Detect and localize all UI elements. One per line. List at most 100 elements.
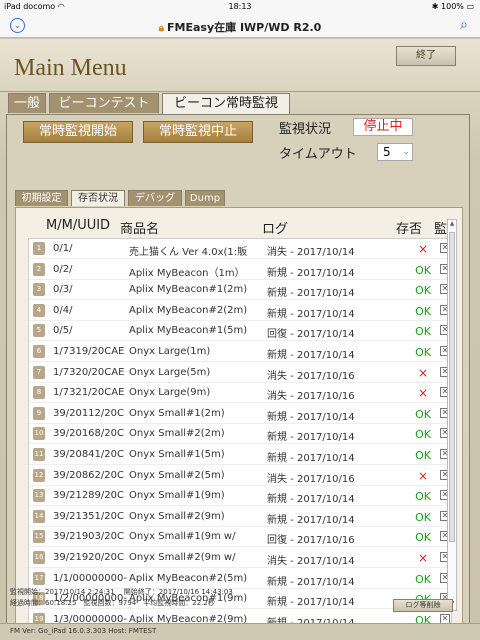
table-row[interactable]: 2 0/2/Aplix MyBeacon（1m） 新規 - 2017/10/14 OK… bbox=[29, 260, 451, 280]
row-log: 消失 - 2017/10/16 bbox=[267, 473, 355, 485]
row-log: 新規 - 2017/10/14 bbox=[267, 432, 355, 444]
quit-button[interactable]: 終了 bbox=[396, 46, 456, 66]
chevron-updown-icon: ⌄ bbox=[402, 147, 410, 157]
beacon-list[interactable]: 1 0/1/売上猫くん Ver 4.0x(1:販 消失 - 2017/10/14 × ✕… bbox=[28, 238, 452, 630]
scroll-thumb[interactable] bbox=[449, 232, 455, 542]
list-scrollbar[interactable]: ▲ ▼ bbox=[447, 219, 457, 611]
table-row[interactable]: 17 1/1/00000000- Aplix MyBeacon#2(5m) 新規 - … bbox=[29, 569, 451, 589]
row-id: 1/1/00000000- bbox=[53, 572, 127, 584]
row-number: 9 bbox=[33, 406, 45, 420]
battery-percent: 100% bbox=[441, 2, 464, 11]
table-row[interactable]: 14 39/21351/20C Onyx Small#2(9m) 新規 - 2017/… bbox=[29, 507, 451, 527]
timeout-value: 5 bbox=[383, 145, 391, 159]
row-id: 39/21289/20C bbox=[53, 490, 124, 502]
tab-beacon-test[interactable]: ビーコンテスト bbox=[49, 93, 159, 113]
timeout-select[interactable]: 5 ⌄ bbox=[377, 143, 413, 161]
row-id: 1/7321/20CAE bbox=[53, 387, 125, 399]
row-presence-status: OK bbox=[415, 263, 431, 277]
row-presence-status: OK bbox=[415, 428, 431, 442]
start-monitor-button[interactable]: 常時監視開始 bbox=[23, 121, 133, 143]
row-number: 5 bbox=[33, 324, 45, 338]
row-number: 13 bbox=[33, 489, 45, 503]
clear-log-button[interactable]: ログ等削除 bbox=[393, 599, 453, 612]
row-product-name: Aplix MyBeacon（1m） bbox=[129, 267, 245, 279]
row-product-name: Onyx Small#2(2m) bbox=[129, 428, 225, 440]
row-id: 39/20841/20C bbox=[53, 449, 124, 460]
row-number: 10 bbox=[33, 427, 45, 441]
row-id: 39/20112/20C bbox=[53, 407, 124, 419]
subtab-initial-settings[interactable]: 初期設定 bbox=[15, 190, 68, 206]
tab-beacon-monitor[interactable]: ビーコン常時監視 bbox=[162, 93, 290, 115]
row-number: 12 bbox=[33, 468, 45, 482]
row-id: 0/1/ bbox=[53, 243, 73, 254]
row-presence-status: OK bbox=[415, 346, 431, 359]
row-number: 2 bbox=[33, 262, 45, 276]
subtab-presence-status[interactable]: 存否状況 bbox=[71, 190, 125, 206]
row-log: 消失 - 2017/10/16 bbox=[267, 370, 355, 382]
table-row[interactable]: 9 39/20112/20C Onyx Small#1(2m) 新規 - 2017/1… bbox=[29, 404, 451, 424]
row-presence-status: OK bbox=[415, 510, 431, 524]
row-log: 新規 - 2017/10/14 bbox=[267, 308, 355, 320]
row-presence-status: × bbox=[417, 468, 429, 483]
row-presence-status: OK bbox=[415, 325, 431, 339]
col-header-monitor: 監 bbox=[434, 222, 448, 237]
row-log: 消失 - 2017/10/14 bbox=[267, 247, 355, 258]
monitor-time-info: 監視開始：2017/10/14 2:24:31 開始終了：2017/10/16 … bbox=[10, 588, 233, 596]
table-row[interactable]: 5 0/5/Aplix MyBeacon#1(5m) 回復 - 2017/10/14… bbox=[29, 321, 451, 342]
subtab-debug[interactable]: デバッグ bbox=[128, 190, 182, 206]
row-log: 消失 - 2017/10/16 bbox=[267, 391, 355, 403]
table-row[interactable]: 6 1/7319/20CAE Onyx Large(1m) 新規 - 2017/10/… bbox=[29, 342, 451, 362]
row-number: 11 bbox=[33, 448, 45, 461]
row-product-name: Onyx Small#1(2m) bbox=[129, 407, 225, 419]
row-log: 回復 - 2017/10/16 bbox=[267, 535, 355, 547]
status-value: 停止中 bbox=[353, 118, 413, 136]
row-product-name: Aplix MyBeacon#2(5m) bbox=[129, 572, 248, 584]
row-product-name: Onyx Small#2(9m w/ bbox=[129, 552, 236, 563]
clock: 18:13 bbox=[228, 2, 252, 11]
table-row[interactable]: 8 1/7321/20CAE Onyx Large(9m) 消失 - 2017/10/… bbox=[29, 383, 451, 404]
row-presence-status: × bbox=[417, 386, 429, 401]
row-id: 1/7319/20CAE bbox=[53, 346, 125, 357]
row-id: 39/20862/20C bbox=[53, 469, 124, 481]
row-id: 0/4/ bbox=[53, 304, 73, 316]
timeout-label: タイムアウト bbox=[279, 147, 357, 162]
table-row[interactable]: 12 39/20862/20C Onyx Small#2(5m) 消失 - 2017/… bbox=[29, 466, 451, 486]
table-row[interactable]: 3 0/3/Aplix MyBeacon#1(2m) 新規 - 2017/10/14… bbox=[29, 280, 451, 301]
row-product-name: Aplix MyBeacon#1(2m) bbox=[129, 284, 248, 296]
row-product-name: Aplix MyBeacon#1(5m) bbox=[129, 325, 248, 337]
row-number: 8 bbox=[33, 386, 45, 400]
row-presence-status: OK bbox=[415, 572, 431, 586]
row-log: 新規 - 2017/10/14 bbox=[267, 267, 355, 279]
status-bar: iPad docomo ◠ 18:13 ✱ 100% ▭ bbox=[0, 0, 480, 14]
table-row[interactable]: 13 39/21289/20C Onyx Small#1(9m) 新規 - 2017/… bbox=[29, 486, 451, 507]
row-id: 0/2/ bbox=[53, 263, 73, 275]
scroll-up-icon[interactable]: ▲ bbox=[448, 220, 456, 230]
search-icon[interactable]: ⌕ bbox=[460, 17, 468, 33]
row-presence-status: OK bbox=[415, 490, 431, 504]
row-presence-status: OK bbox=[415, 531, 431, 545]
table-row[interactable]: 11 39/20841/20C Onyx Small#1(5m) 新規 - 2017/… bbox=[29, 445, 451, 465]
table-row[interactable]: 1 0/1/売上猫くん Ver 4.0x(1:販 消失 - 2017/10/14 × ✕ bbox=[29, 239, 451, 259]
table-row[interactable]: 7 1/7320/20CAE Onyx Large(5m) 消失 - 2017/10/… bbox=[29, 363, 451, 383]
row-product-name: 売上猫くん Ver 4.0x(1:販 bbox=[129, 247, 248, 258]
tab-general[interactable]: 一般 bbox=[8, 93, 46, 113]
table-row[interactable]: 15 39/21903/20C Onyx Small#1(9m w/回復 - 201… bbox=[29, 527, 451, 548]
row-number: 16 bbox=[33, 551, 45, 564]
stop-monitor-button[interactable]: 常時監視中止 bbox=[143, 121, 253, 143]
version-host-info: FM Ver: Go_iPad 16.0.3.303 Host: FMTEST bbox=[0, 623, 480, 640]
row-log: 新規 - 2017/10/14 bbox=[267, 597, 355, 609]
row-product-name: Onyx Small#1(9m) bbox=[129, 490, 225, 502]
table-row[interactable]: 10 39/20168/20C Onyx Small#2(2m) 新規 - 2017/… bbox=[29, 424, 451, 445]
row-log: 消失 - 2017/10/14 bbox=[267, 556, 355, 567]
row-log: 新規 - 2017/10/14 bbox=[267, 514, 355, 526]
row-product-name: Onyx Small#1(9m w/ bbox=[129, 531, 236, 543]
row-number: 7 bbox=[33, 365, 45, 379]
row-presence-status: OK bbox=[415, 449, 431, 462]
row-id: 39/21351/20C bbox=[53, 510, 124, 522]
table-row[interactable]: 16 39/21920/20C Onyx Small#2(9m w/消失 - 201… bbox=[29, 548, 451, 568]
row-id: 39/20168/20C bbox=[53, 428, 124, 440]
col-header-presence: 存否 bbox=[396, 222, 423, 237]
lock-icon: 🔒︎ bbox=[158, 23, 164, 34]
table-row[interactable]: 4 0/4/Aplix MyBeacon#2(2m) 新規 - 2017/10/14… bbox=[29, 301, 451, 321]
subtab-dump[interactable]: Dump bbox=[185, 190, 225, 206]
